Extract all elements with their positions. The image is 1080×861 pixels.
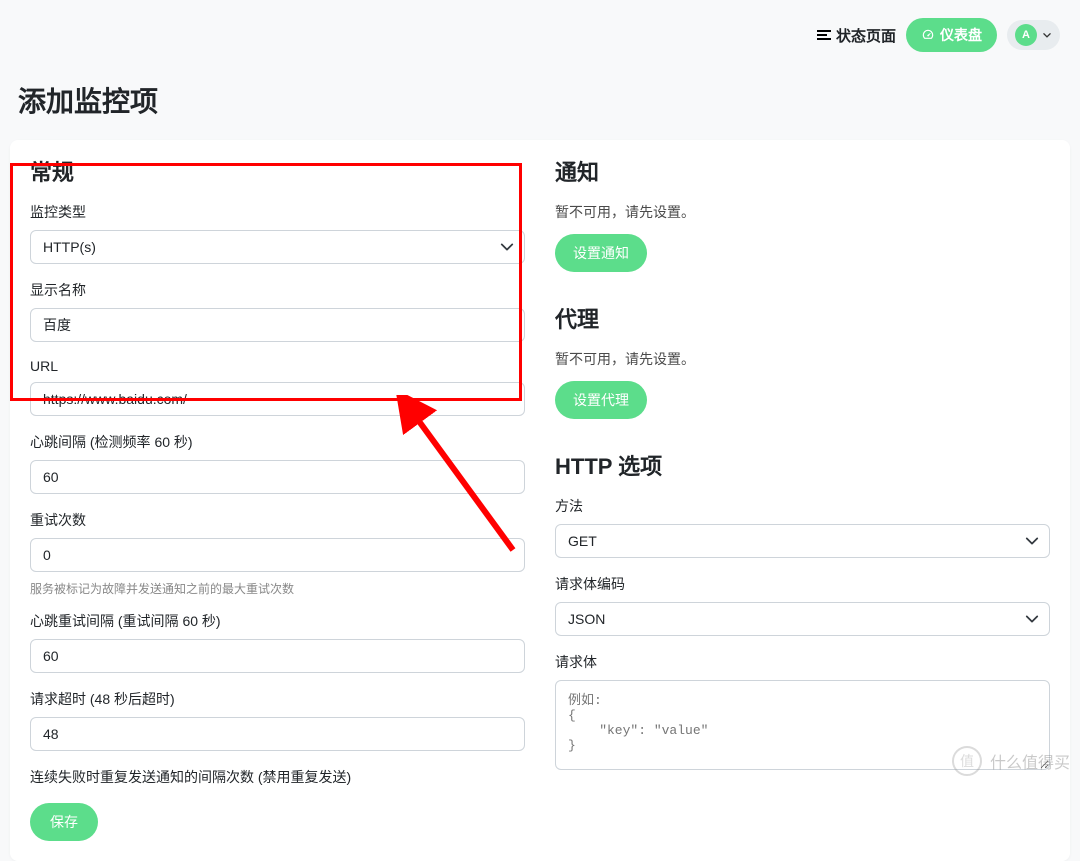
status-page-link[interactable]: 状态页面 [817, 25, 896, 46]
method-select[interactable]: GET [555, 524, 1050, 558]
top-bar: 状态页面 仪表盘 A [0, 0, 1080, 62]
watermark-icon: 值 [952, 746, 982, 776]
left-column: 常规 监控类型 HTTP(s) 显示名称 URL 心跳间隔 (检测频率 60 秒… [30, 155, 525, 841]
section-general-title: 常规 [30, 155, 525, 187]
url-label: URL [30, 358, 525, 374]
retries-help-text: 服务被标记为故障并发送通知之前的最大重试次数 [30, 580, 525, 597]
method-label: 方法 [555, 496, 1050, 516]
monitor-type-select[interactable]: HTTP(s) [30, 230, 525, 264]
menu-icon [817, 28, 831, 42]
section-notifications-title: 通知 [555, 155, 1050, 187]
retry-interval-input[interactable] [30, 639, 525, 673]
heartbeat-label: 心跳间隔 (检测频率 60 秒) [30, 432, 525, 452]
tachometer-icon [921, 28, 935, 42]
watermark-text: 什么值得买 [990, 749, 1070, 773]
form-card: 常规 监控类型 HTTP(s) 显示名称 URL 心跳间隔 (检测频率 60 秒… [10, 140, 1070, 861]
notif-unavailable-text: 暂不可用，请先设置。 [555, 202, 1050, 222]
heartbeat-input[interactable] [30, 460, 525, 494]
retry-interval-label: 心跳重试间隔 (重试间隔 60 秒) [30, 611, 525, 631]
setup-notification-button[interactable]: 设置通知 [555, 234, 647, 272]
timeout-input[interactable] [30, 717, 525, 751]
proxy-unavailable-text: 暂不可用，请先设置。 [555, 349, 1050, 369]
display-name-label: 显示名称 [30, 280, 525, 300]
dashboard-label: 仪表盘 [940, 25, 982, 45]
timeout-label: 请求超时 (48 秒后超时) [30, 689, 525, 709]
monitor-type-label: 监控类型 [30, 202, 525, 222]
status-page-label: 状态页面 [836, 25, 896, 46]
resend-label: 连续失败时重复发送通知的间隔次数 (禁用重复发送) [30, 767, 525, 787]
save-button[interactable]: 保存 [30, 803, 98, 841]
display-name-input[interactable] [30, 308, 525, 342]
avatar: A [1015, 24, 1037, 46]
user-menu-button[interactable]: A [1007, 20, 1060, 50]
url-input[interactable] [30, 382, 525, 416]
watermark: 值 什么值得买 [952, 746, 1070, 776]
section-proxy-title: 代理 [555, 302, 1050, 334]
body-encoding-select[interactable]: JSON [555, 602, 1050, 636]
chevron-down-icon [1042, 30, 1052, 40]
section-http-title: HTTP 选项 [555, 449, 1050, 481]
right-column: 通知 暂不可用，请先设置。 设置通知 代理 暂不可用，请先设置。 设置代理 HT… [555, 155, 1050, 841]
body-label: 请求体 [555, 652, 1050, 672]
retries-label: 重试次数 [30, 510, 525, 530]
setup-proxy-button[interactable]: 设置代理 [555, 381, 647, 419]
dashboard-button[interactable]: 仪表盘 [906, 18, 997, 52]
body-encoding-label: 请求体编码 [555, 574, 1050, 594]
retries-input[interactable] [30, 538, 525, 572]
page-title: 添加监控项 [0, 62, 1080, 140]
